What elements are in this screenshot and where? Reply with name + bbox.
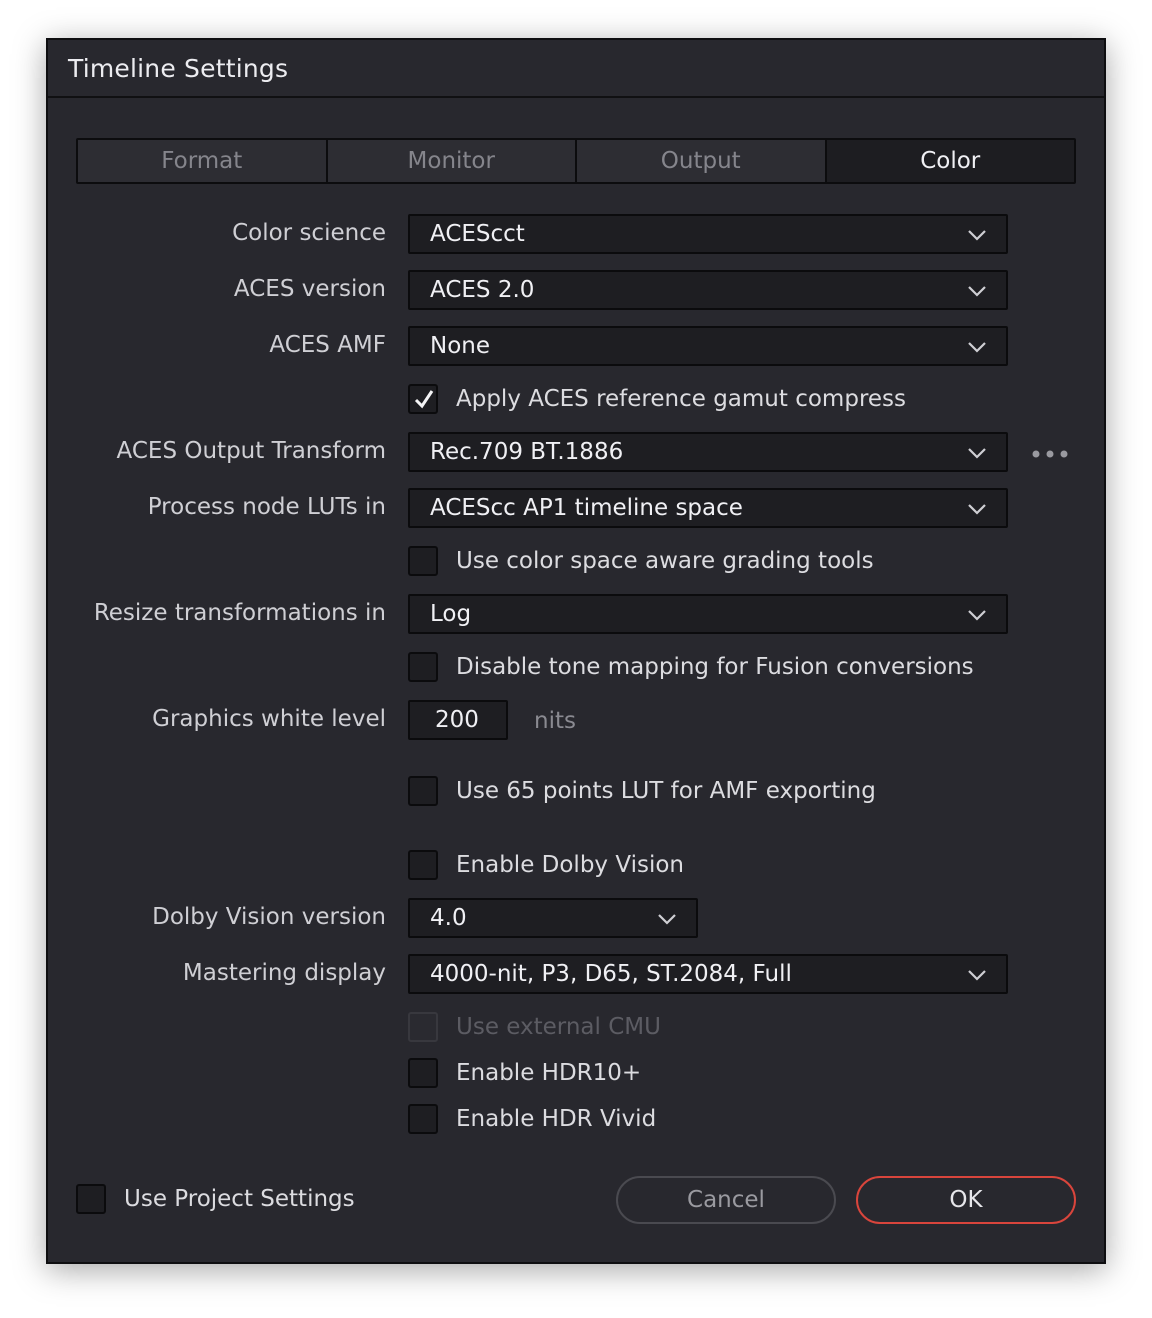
ok-button[interactable]: OK — [856, 1176, 1076, 1224]
tab-monitor[interactable]: Monitor — [328, 140, 577, 182]
lut-65-points-checkbox[interactable] — [408, 776, 438, 806]
gamut-compress-label: Apply ACES reference gamut compress — [456, 386, 907, 412]
external-cmu-checkbox — [408, 1012, 438, 1042]
graphics-white-level-label: Graphics white level — [152, 706, 386, 732]
hdr-vivid-checkbox[interactable] — [408, 1104, 438, 1134]
color-science-label: Color science — [232, 220, 386, 246]
chevron-down-icon — [968, 342, 986, 353]
aces-version-value: ACES 2.0 — [430, 277, 535, 303]
title-bar: Timeline Settings — [48, 40, 1104, 98]
disable-tone-mapping-row: Disable tone mapping for Fusion conversi… — [408, 650, 974, 684]
disable-tone-mapping-checkbox[interactable] — [408, 652, 438, 682]
dolby-vision-version-value: 4.0 — [430, 905, 467, 931]
color-space-aware-label: Use color space aware grading tools — [456, 548, 874, 574]
tab-format[interactable]: Format — [78, 140, 328, 182]
lut-65-points-row: Use 65 points LUT for AMF exporting — [408, 774, 876, 808]
chevron-down-icon — [968, 610, 986, 621]
aces-amf-label: ACES AMF — [269, 332, 386, 358]
dolby-vision-version-label: Dolby Vision version — [152, 904, 386, 930]
mastering-display-dropdown[interactable]: 4000-nit, P3, D65, ST.2084, Full — [408, 954, 1008, 994]
hdr10-plus-label: Enable HDR10+ — [456, 1060, 642, 1086]
color-space-aware-checkbox[interactable] — [408, 546, 438, 576]
timeline-settings-dialog: Timeline Settings Format Monitor Output … — [46, 38, 1106, 1264]
process-luts-label: Process node LUTs in — [147, 494, 386, 520]
process-luts-dropdown[interactable]: ACEScc AP1 timeline space — [408, 488, 1008, 528]
hdr-vivid-row: Enable HDR Vivid — [408, 1102, 656, 1136]
use-project-settings-label: Use Project Settings — [124, 1186, 355, 1212]
use-project-settings-row: Use Project Settings — [76, 1182, 355, 1216]
chevron-down-icon — [968, 504, 986, 515]
chevron-down-icon — [968, 230, 986, 241]
external-cmu-row: Use external CMU — [408, 1010, 661, 1044]
aces-version-label: ACES version — [233, 276, 386, 302]
resize-transformations-value: Log — [430, 601, 472, 627]
hdr-vivid-label: Enable HDR Vivid — [456, 1106, 657, 1132]
graphics-white-level-value: 200 — [435, 707, 479, 733]
color-science-dropdown[interactable]: ACEScct — [408, 214, 1008, 254]
graphics-white-level-input[interactable]: 200 — [408, 700, 508, 740]
disable-tone-mapping-label: Disable tone mapping for Fusion conversi… — [456, 654, 974, 680]
aces-version-dropdown[interactable]: ACES 2.0 — [408, 270, 1008, 310]
enable-dolby-vision-checkbox[interactable] — [408, 850, 438, 880]
checkmark-icon — [414, 390, 434, 409]
lut-65-points-label: Use 65 points LUT for AMF exporting — [456, 778, 876, 804]
hdr10-plus-checkbox[interactable] — [408, 1058, 438, 1088]
cancel-button[interactable]: Cancel — [616, 1176, 836, 1224]
gamut-compress-checkbox[interactable] — [408, 384, 438, 414]
color-space-aware-row: Use color space aware grading tools — [408, 544, 874, 578]
more-options-icon[interactable] — [1030, 444, 1070, 464]
chevron-down-icon — [968, 448, 986, 459]
enable-dolby-vision-label: Enable Dolby Vision — [456, 852, 684, 878]
chevron-down-icon — [968, 286, 986, 297]
mastering-display-value: 4000-nit, P3, D65, ST.2084, Full — [430, 961, 792, 987]
gamut-compress-row: Apply ACES reference gamut compress — [408, 382, 906, 416]
mastering-display-label: Mastering display — [182, 960, 386, 986]
chevron-down-icon — [658, 914, 676, 925]
use-project-settings-checkbox[interactable] — [76, 1184, 106, 1214]
enable-dolby-vision-row: Enable Dolby Vision — [408, 848, 684, 882]
dialog-title: Timeline Settings — [68, 54, 289, 83]
color-science-value: ACEScct — [430, 221, 525, 247]
aces-amf-dropdown[interactable]: None — [408, 326, 1008, 366]
settings-tabs: Format Monitor Output Color — [76, 138, 1076, 184]
external-cmu-label: Use external CMU — [456, 1014, 661, 1040]
chevron-down-icon — [968, 970, 986, 981]
tab-output[interactable]: Output — [577, 140, 827, 182]
output-transform-dropdown[interactable]: Rec.709 BT.1886 — [408, 432, 1008, 472]
output-transform-value: Rec.709 BT.1886 — [430, 439, 624, 465]
tab-color[interactable]: Color — [826, 140, 1074, 182]
aces-amf-value: None — [430, 333, 491, 359]
resize-transformations-label: Resize transformations in — [93, 600, 386, 626]
process-luts-value: ACEScc AP1 timeline space — [430, 495, 743, 521]
resize-transformations-dropdown[interactable]: Log — [408, 594, 1008, 634]
nits-unit-label: nits — [534, 708, 576, 734]
output-transform-label: ACES Output Transform — [116, 438, 386, 464]
dolby-vision-version-dropdown[interactable]: 4.0 — [408, 898, 698, 938]
hdr10-plus-row: Enable HDR10+ — [408, 1056, 641, 1090]
